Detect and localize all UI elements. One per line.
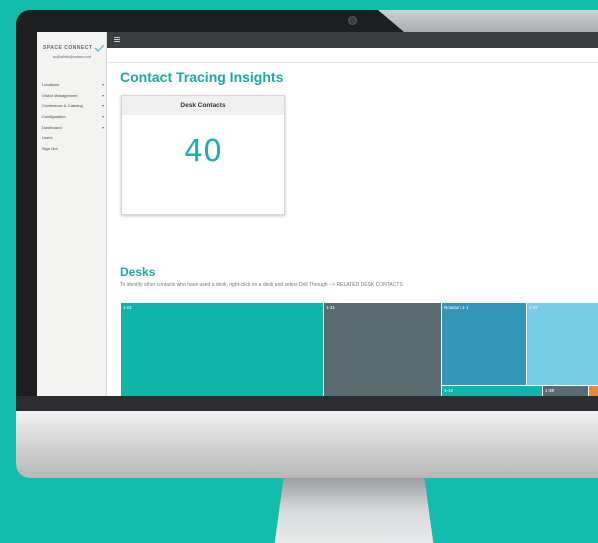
user-email: sc@admin@scdemo.net — [52, 55, 92, 59]
card-value: 40 — [183, 134, 223, 169]
tile-label: Rotation 1-1 — [444, 305, 469, 310]
app-screen: SPACE CONNECT sc@admin@scdemo.net Locati… — [37, 32, 598, 396]
sidebar-item-label: Sign Out — [42, 145, 58, 151]
card-title: Desk Contacts — [122, 96, 284, 115]
tile-label: 1-38 — [545, 388, 555, 393]
sidebar-nav: Locations ▾ Visitor Management ▾ Confere… — [40, 79, 106, 154]
tile-label: 1-01 — [123, 305, 133, 310]
monitor-stand — [274, 478, 434, 543]
chevron-down-icon: ▾ — [101, 81, 104, 87]
sidebar-item-label: Users — [42, 135, 53, 141]
tile-label: 1-31 — [326, 305, 336, 310]
desks-description: To identify other contacts who have used… — [120, 282, 403, 288]
desks-treemap: 1-01 1-31 Rotation 1-1 1-07 1-12 1-38 — [121, 303, 598, 396]
sidebar-item-sign-out[interactable]: Sign Out — [40, 143, 106, 154]
sidebar-item-label: Conference & Catering — [42, 103, 83, 109]
chevron-down-icon: ▾ — [101, 103, 104, 109]
check-logo-icon — [94, 44, 105, 52]
desk-contacts-card[interactable]: Desk Contacts 40 — [121, 95, 285, 215]
chevron-down-icon: ▾ — [101, 92, 104, 98]
monitor-chin — [16, 411, 598, 478]
desk-tile-rotation-1-1[interactable]: Rotation 1-1 — [442, 303, 526, 385]
sidebar-item-label: Visitor Management — [42, 92, 78, 98]
sidebar-item-label: Dashboard — [42, 124, 62, 130]
chevron-down-icon: ▾ — [101, 113, 104, 119]
sidebar: SPACE CONNECT sc@admin@scdemo.net Locati… — [37, 32, 107, 396]
sidebar-item-users[interactable]: Users — [40, 132, 106, 143]
sidebar-item-label: Locations — [42, 81, 60, 87]
sidebar-item-configuration[interactable]: Configuration ▾ — [40, 111, 106, 122]
tile-label: 1-07 — [529, 305, 539, 310]
desk-tile-1-31[interactable]: 1-31 — [324, 303, 441, 396]
tile-label: 1-12 — [444, 388, 454, 393]
desk-tile-1-38[interactable]: 1-38 — [543, 386, 588, 396]
sidebar-item-locations[interactable]: Locations ▾ — [40, 79, 106, 90]
top-bar — [107, 32, 598, 48]
hamburger-menu-icon[interactable] — [114, 37, 120, 42]
monitor-bottom-bezel — [16, 396, 598, 412]
desk-tile-1-07[interactable]: 1-07 — [527, 303, 598, 385]
sidebar-item-visitor-management[interactable]: Visitor Management ▾ — [40, 90, 106, 101]
screen-reflection — [378, 10, 598, 32]
sidebar-item-dashboard[interactable]: Dashboard ▾ — [40, 122, 106, 133]
brand-logo[interactable]: SPACE CONNECT — [43, 42, 105, 54]
desk-tile-1-12[interactable]: 1-12 — [442, 386, 542, 396]
chevron-down-icon: ▾ — [101, 124, 104, 130]
page-title: Contact Tracing Insights — [120, 69, 284, 85]
desks-title: Desks — [120, 265, 156, 279]
sidebar-item-label: Configuration — [42, 113, 66, 119]
main-content: Contact Tracing Insights Desk Contacts 4… — [107, 48, 598, 396]
brand-name: SPACE CONNECT — [43, 45, 93, 51]
desk-tile-1-01[interactable]: 1-01 — [121, 303, 323, 396]
desk-tile-small[interactable] — [589, 386, 598, 396]
sidebar-item-conference-catering[interactable]: Conference & Catering ▾ — [40, 100, 106, 111]
webcam-icon — [348, 16, 357, 25]
